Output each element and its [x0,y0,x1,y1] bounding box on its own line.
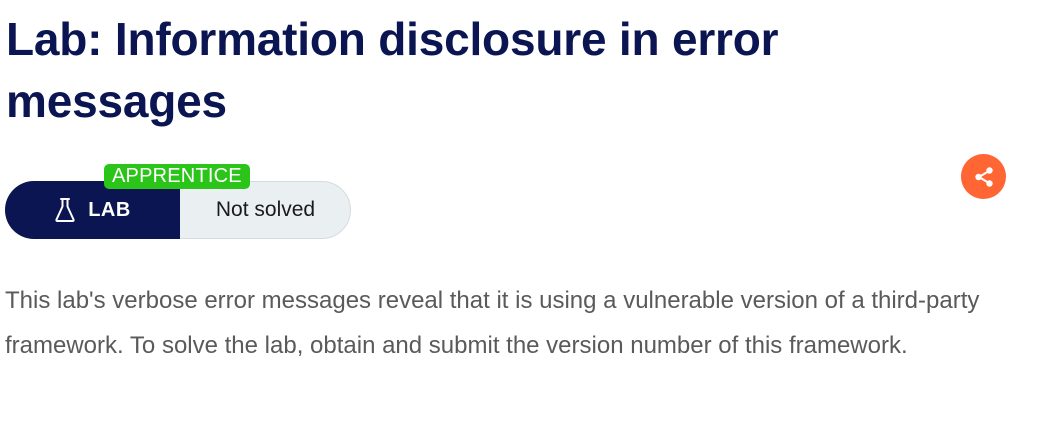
lab-badge: LAB [5,181,180,239]
flask-icon [55,198,75,222]
lab-badge-label: LAB [88,198,131,221]
lab-description: This lab's verbose error messages reveal… [5,287,980,359]
lab-status-widget: LAB Not solved [5,181,351,239]
share-button[interactable] [961,154,1006,199]
page-title: Lab: Information disclosure in error mes… [6,13,779,127]
lab-status-text: Not solved [215,198,316,221]
share-icon [974,166,993,187]
difficulty-level-badge: APPRENTICE [104,164,250,189]
